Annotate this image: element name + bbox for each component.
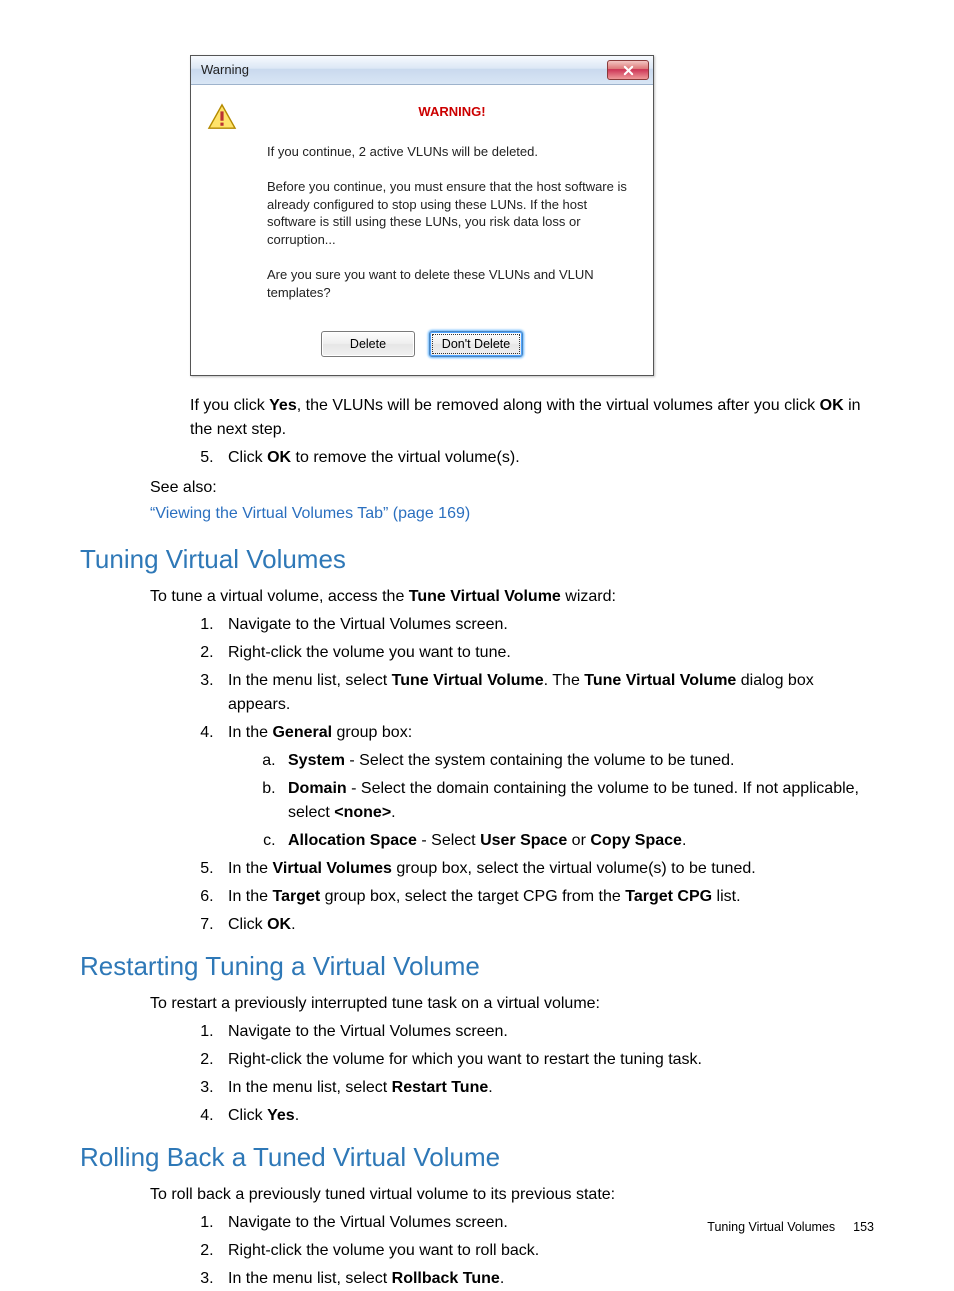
dont-delete-button[interactable]: Don't Delete [429, 331, 523, 357]
dialog-text-1: If you continue, 2 active VLUNs will be … [267, 143, 637, 161]
restart-step-2: Right-click the volume for which you wan… [218, 1048, 874, 1072]
close-icon [623, 65, 634, 76]
dialog-text-2: Before you continue, you must ensure tha… [267, 178, 637, 248]
remove-step-5: Click OK to remove the virtual volume(s)… [218, 446, 874, 470]
dialog-titlebar: Warning [191, 56, 653, 85]
tuning-step-1: Navigate to the Virtual Volumes screen. [218, 613, 874, 637]
dialog-title: Warning [201, 61, 607, 79]
page-footer: Tuning Virtual Volumes 153 [707, 1218, 874, 1237]
tuning-step-7: Click OK. [218, 913, 874, 937]
warning-dialog: Warning WARNING! If you continue, 2 acti… [190, 55, 654, 376]
tuning-intro: To tune a virtual volume, access the Tun… [150, 585, 874, 609]
dialog-text-3: Are you sure you want to delete these VL… [267, 266, 637, 301]
tuning-step-4a: System - Select the system containing th… [280, 749, 874, 773]
tuning-step-4b: Domain - Select the domain containing th… [280, 777, 874, 825]
tuning-step-6: In the Target group box, select the targ… [218, 885, 874, 909]
tuning-step-2: Right-click the volume you want to tune. [218, 641, 874, 665]
restart-step-4: Click Yes. [218, 1104, 874, 1128]
dialog-heading: WARNING! [267, 103, 637, 121]
see-also-label: See also: [150, 476, 874, 500]
heading-restart: Restarting Tuning a Virtual Volume [80, 947, 874, 986]
delete-button[interactable]: Delete [321, 331, 415, 357]
footer-section: Tuning Virtual Volumes [707, 1220, 835, 1234]
heading-rollback: Rolling Back a Tuned Virtual Volume [80, 1138, 874, 1177]
tuning-step-5: In the Virtual Volumes group box, select… [218, 857, 874, 881]
warning-icon [207, 103, 241, 313]
tuning-step-3: In the menu list, select Tune Virtual Vo… [218, 669, 874, 717]
rollback-step-2: Right-click the volume you want to roll … [218, 1239, 874, 1263]
heading-tuning: Tuning Virtual Volumes [80, 540, 874, 579]
if-yes-paragraph: If you click Yes, the VLUNs will be remo… [190, 394, 874, 442]
tuning-step-4c: Allocation Space - Select User Space or … [280, 829, 874, 853]
restart-intro: To restart a previously interrupted tune… [150, 992, 874, 1016]
close-button[interactable] [607, 60, 649, 80]
see-also-link[interactable]: “Viewing the Virtual Volumes Tab” (page … [150, 502, 874, 526]
rollback-intro: To roll back a previously tuned virtual … [150, 1183, 874, 1207]
tuning-step-4: In the General group box: System - Selec… [218, 721, 874, 853]
footer-page-number: 153 [853, 1220, 874, 1234]
restart-step-1: Navigate to the Virtual Volumes screen. [218, 1020, 874, 1044]
restart-step-3: In the menu list, select Restart Tune. [218, 1076, 874, 1100]
